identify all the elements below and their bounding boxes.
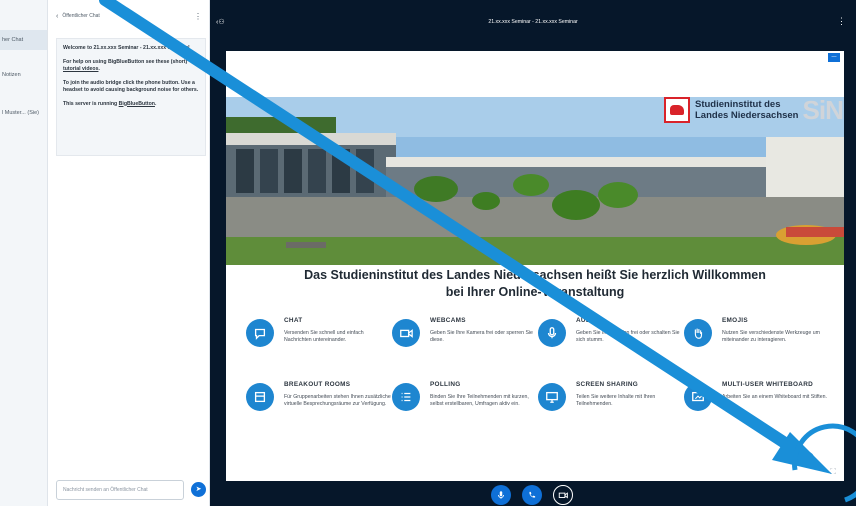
hand-icon [684, 319, 712, 347]
brand-line2: Landes Niedersachsen [695, 110, 799, 121]
running-suffix: . [154, 100, 157, 107]
microphone-icon [498, 491, 504, 499]
feature-polling: POLLING Binden Sie Ihre Teilnehmenden mi… [392, 377, 532, 439]
microphone-icon [538, 319, 566, 347]
welcome-message: Welcome to 21.xx.xxx Seminar - 21.xx.xxx… [56, 38, 206, 156]
feature-desc: Für Gruppenarbeiten stehen Ihnen zusätzl… [284, 394, 391, 407]
microphone-button[interactable] [491, 485, 511, 505]
bigbluebutton-link[interactable]: BigBlueButton [119, 101, 155, 107]
feature-audio: AUDIO Geben Sie Ihr Mikrofon frei oder s… [538, 313, 680, 375]
top-bar: ‹⚇ 21.xx.xxx Seminar - 21.xx.xxx Seminar… [210, 0, 856, 44]
list-icon [392, 383, 420, 411]
brand-logo: Studieninstitut des Landes Niedersachsen… [664, 93, 844, 127]
feature-desc: Teilen Sie weitere Inhalte mit Ihren Tei… [576, 394, 656, 407]
feature-desc: Nutzen Sie verschiedenste Werkzeuge um m… [722, 330, 820, 343]
userlist-item-user[interactable]: l Muster... (Sie) [0, 110, 47, 116]
tutorial-videos-link[interactable]: tutorial videos [63, 66, 98, 72]
headline-line2: bei Ihrer Online-Veranstaltung [445, 285, 625, 299]
feature-chat: CHAT Versenden Sie schnell und einfach N… [246, 313, 386, 375]
options-menu-icon[interactable]: ⋮ [837, 16, 846, 27]
userlist-item-notes[interactable]: Notizen [0, 72, 47, 78]
chat-panel: ‹ Öffentlicher Chat ⋮ Welcome to 21.xx.x… [48, 0, 210, 506]
headline-line1: Das Studieninstitut des Landes Niedersac… [304, 268, 766, 282]
feature-whiteboard: MULTI-USER WHITEBOARD Arbeiten Sie an ei… [684, 377, 827, 439]
camera-icon [392, 319, 420, 347]
whiteboard-icon [684, 383, 712, 411]
feature-title: SCREEN SHARING [576, 381, 639, 388]
meeting-title: 21.xx.xxx Seminar - 21.xx.xxx Seminar [488, 19, 578, 25]
welcome-heading: Welcome to 21.xx.xxx Seminar - 21.xx.xxx… [63, 45, 190, 51]
camera-icon [558, 492, 568, 499]
horse-crest-icon [664, 97, 690, 123]
feature-desc: Versenden Sie schnell und einfach Nachri… [284, 330, 364, 343]
media-controls [210, 484, 856, 506]
feature-title: EMOJIS [722, 317, 748, 324]
brand-text: Studieninstitut des Landes Niedersachsen [695, 99, 799, 121]
feature-screen-sharing: SCREEN SHARING Teilen Sie weitere Inhalt… [538, 377, 678, 439]
rooms-icon [246, 383, 274, 411]
chat-title: Öffentlicher Chat [62, 13, 100, 19]
brand-line1: Studieninstitut des [695, 99, 781, 110]
more-options-icon[interactable]: ⋮ [194, 12, 202, 21]
feature-breakout-rooms: BREAKOUT ROOMS Für Gruppenarbeiten stehe… [246, 377, 391, 439]
feature-title: CHAT [284, 317, 303, 324]
feature-title: BREAKOUT ROOMS [284, 381, 351, 388]
chat-header: ‹ Öffentlicher Chat ⋮ [48, 0, 210, 32]
phone-button[interactable] [522, 485, 542, 505]
feature-webcams: WEBCAMS Geben Sie Ihre Kamera frei oder … [392, 313, 533, 375]
feature-title: WEBCAMS [430, 317, 466, 324]
feature-desc: Geben Sie Ihre Kamera frei oder sperren … [430, 330, 533, 343]
running-prefix: This server is running [63, 100, 119, 107]
chat-icon [246, 319, 274, 347]
feature-desc: Binden Sie Ihre Teilnehmenden mit kurzen… [430, 394, 529, 407]
feature-title: POLLING [430, 381, 461, 388]
chevron-left-icon[interactable]: ‹ [56, 13, 58, 20]
user-list-panel: her Chat Notizen l Muster... (Sie) [0, 0, 48, 506]
feature-title: AUDIO [576, 317, 599, 324]
userlist-item-public-chat[interactable]: her Chat [0, 30, 47, 50]
send-icon: ➤ [195, 486, 202, 493]
feature-desc: Geben Sie Ihr Mikrofon frei oder schalte… [576, 330, 680, 343]
feature-emojis: EMOJIS Nutzen Sie verschiedenste Werkzeu… [684, 313, 824, 375]
feature-grid: CHAT Versenden Sie schnell und einfach N… [226, 313, 844, 463]
welcome-help: For help on using BigBlueButton see thes… [63, 59, 199, 74]
help-suffix: . [98, 66, 100, 72]
welcome-running: This server is running BigBlueButton. [63, 101, 199, 109]
feature-title: MULTI-USER WHITEBOARD [722, 381, 814, 388]
chat-message-input[interactable]: Nachricht senden an Öffentlicher Chat [56, 480, 184, 500]
fullscreen-icon[interactable]: ⛶ [828, 467, 838, 477]
main-area: ‹⚇ 21.xx.xxx Seminar - 21.xx.xxx Seminar… [210, 0, 856, 506]
minimize-presentation-button[interactable]: — [828, 53, 840, 62]
presentation-slide: — Studieninstitut des Landes Niedersachs… [226, 51, 844, 481]
monitor-icon [538, 383, 566, 411]
slide-headline: Das Studieninstitut des Landes Niedersac… [226, 267, 844, 301]
camera-button[interactable] [553, 485, 573, 505]
send-message-button[interactable]: ➤ [191, 482, 206, 497]
welcome-audio-text: To join the audio bridge click the phone… [63, 79, 199, 94]
phone-icon [529, 491, 536, 498]
feature-desc: Arbeiten Sie an einem Whiteboard mit Sti… [722, 394, 827, 400]
help-prefix: For help on using BigBlueButton see thes… [63, 58, 188, 65]
brand-mark: SiN [802, 94, 844, 125]
